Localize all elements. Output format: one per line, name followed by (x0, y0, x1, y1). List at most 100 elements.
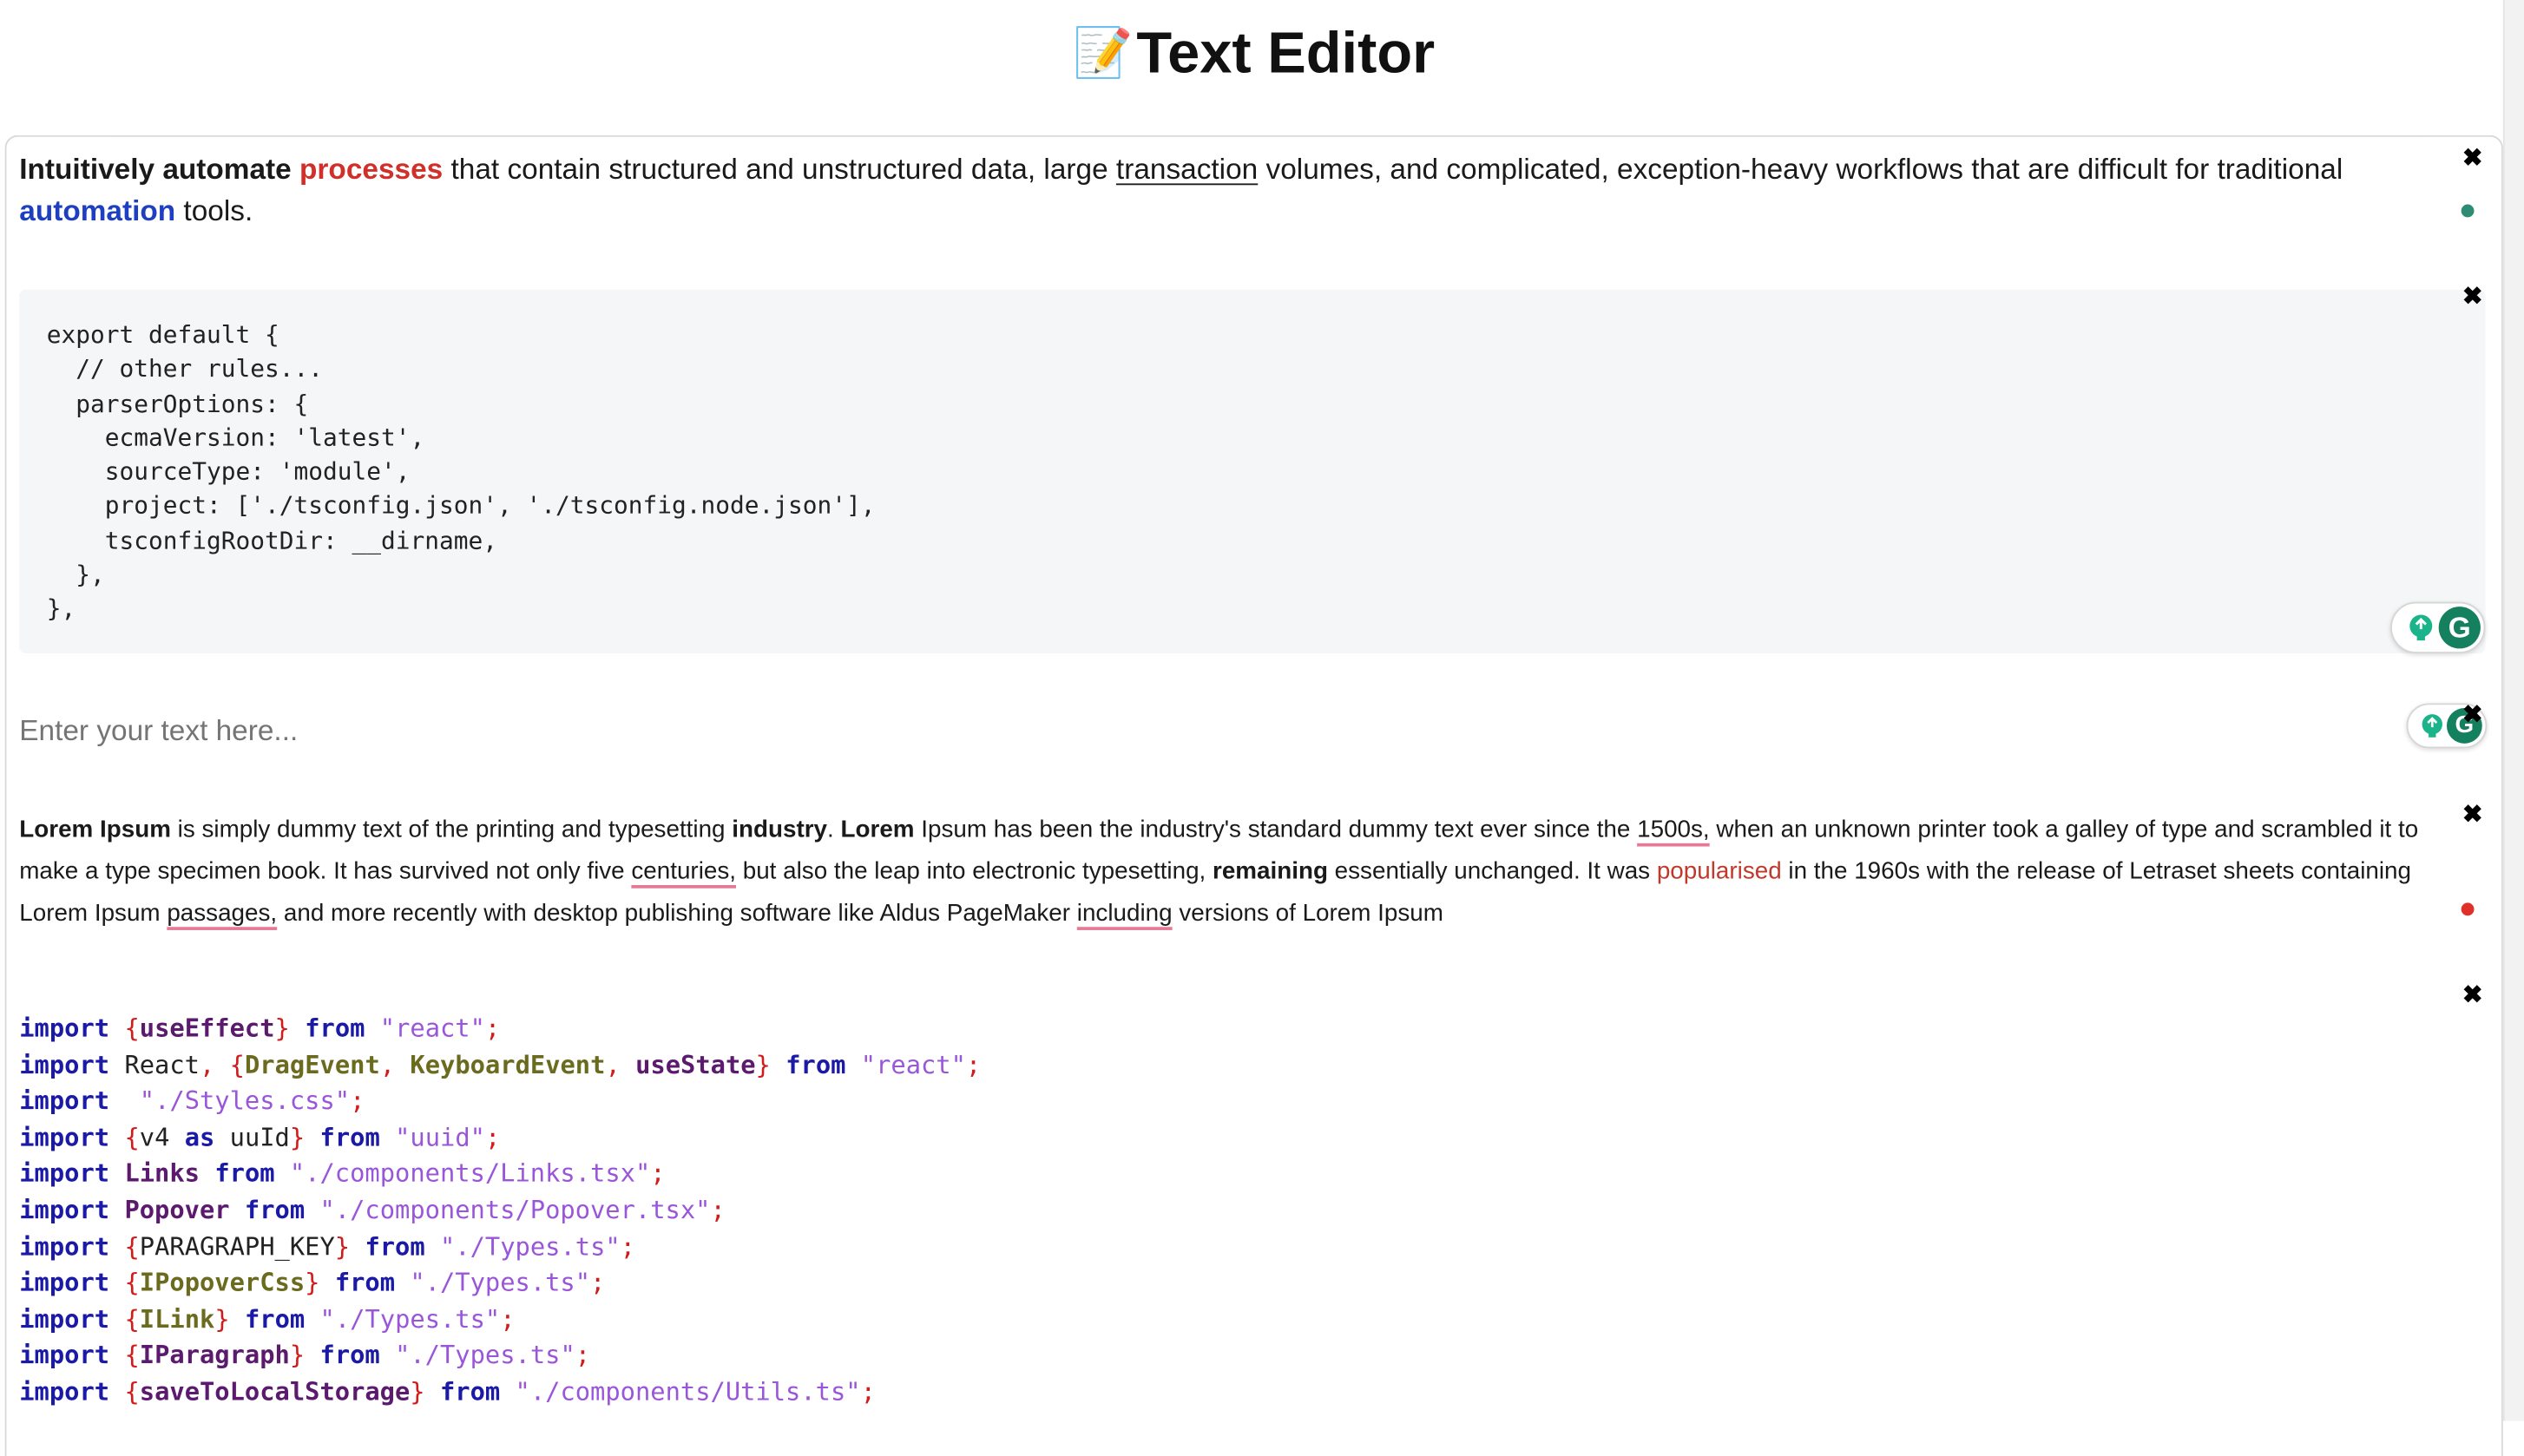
code-brace: } (289, 1341, 306, 1370)
blue-highlight-text: automation (19, 194, 176, 227)
code-identifier: KeyboardEvent (410, 1050, 606, 1079)
underlined-text: transaction (1115, 153, 1259, 186)
code-string: "./Styles.css" (139, 1086, 351, 1116)
code-block-1[interactable]: export default { // other rules... parse… (19, 289, 2486, 653)
spellcheck-underline[interactable]: including (1077, 900, 1173, 928)
code-keyword: from (319, 1123, 380, 1152)
code-brace: } (274, 1013, 290, 1043)
code-punctuation: , (605, 1050, 621, 1079)
code-keyword: import (19, 1231, 110, 1262)
code-punctuation: ; (965, 1050, 982, 1079)
code-block-2[interactable]: import {useEffect} from "react"; import R… (19, 1011, 981, 1411)
code-brace: { (124, 1304, 140, 1334)
page-title-text: Text Editor (1136, 19, 1436, 86)
code-line: import {saveToLocalStorage} from "./comp… (19, 1374, 981, 1411)
code-keyword: from (334, 1268, 396, 1298)
page-title: 📝 Text Editor (0, 19, 2508, 87)
code-identifier: React (124, 1050, 200, 1079)
code-keyword: from (365, 1231, 425, 1262)
paragraph-block-2[interactable]: Lorem Ipsum is simply dummy text of the … (19, 810, 2449, 935)
grammarly-icon[interactable]: G (2438, 607, 2481, 649)
scrollbar[interactable] (2502, 0, 2524, 1421)
code-line: import Popover from "./components/Popove… (19, 1192, 981, 1229)
code-identifier: v4 (139, 1123, 185, 1152)
code-brace: { (124, 1377, 140, 1407)
memo-icon: 📝 (1073, 27, 1134, 81)
code-punctuation: ; (860, 1377, 876, 1407)
paragraph-block-1[interactable]: Intuitively automate processes that cont… (19, 148, 2443, 232)
bold-text: Lorem Ipsum (19, 816, 171, 843)
code-line: import {v4 as uuId} from "uuid"; (19, 1119, 981, 1156)
code-string: "./Types.ts" (319, 1304, 501, 1334)
code-punctuation: ; (484, 1123, 501, 1152)
code-keyword: import (19, 1377, 110, 1407)
code-identifier: ILink (139, 1304, 215, 1334)
code-brace: { (124, 1013, 140, 1043)
code-keyword: from (305, 1013, 365, 1043)
paragraph-text: Ipsum has been the industry's standard d… (914, 816, 1638, 843)
code-keyword: import (19, 1304, 110, 1334)
code-line: import "./Styles.css"; (19, 1083, 981, 1119)
paragraph-text: . (827, 816, 841, 843)
close-icon[interactable]: ✖ (2460, 146, 2486, 173)
close-icon[interactable]: ✖ (2460, 803, 2486, 829)
code-string: "./Types.ts" (439, 1231, 621, 1262)
status-dot-green (2461, 204, 2475, 218)
paragraph-text: but also the leap into electronic typese… (736, 857, 1213, 886)
code-line: import {ILink} from "./Types.ts"; (19, 1302, 981, 1338)
code-line: import {PARAGRAPH_KEY} from "./Types.ts"… (19, 1229, 981, 1265)
code-identifier: useState (635, 1050, 756, 1079)
code-punctuation: ; (575, 1341, 591, 1370)
code-punctuation: , (199, 1050, 215, 1079)
code-keyword: import (19, 1195, 110, 1225)
code-block-text: export default { // other rules... parse… (46, 320, 876, 624)
status-dot-red (2461, 902, 2475, 916)
spellcheck-underline[interactable]: passages, (167, 900, 277, 928)
code-brace: } (214, 1304, 230, 1334)
code-keyword: from (319, 1341, 380, 1370)
bold-text: remaining (1213, 857, 1328, 886)
code-brace: } (410, 1377, 425, 1407)
grammarly-widget[interactable]: G (2390, 601, 2486, 653)
close-icon[interactable]: ✖ (2460, 703, 2486, 729)
code-string: "react" (860, 1050, 966, 1079)
code-string: "./components/Links.tsx" (289, 1159, 651, 1189)
code-identifier: DragEvent (244, 1050, 380, 1079)
code-brace: } (305, 1268, 320, 1298)
code-line: import {IPopoverCss} from "./Types.ts"; (19, 1265, 981, 1302)
paragraph-text: tools. (175, 194, 253, 227)
code-line: import Links from "./components/Links.ts… (19, 1156, 981, 1192)
code-punctuation: ; (620, 1231, 636, 1262)
spellcheck-underline[interactable]: 1500s, (1637, 816, 1710, 843)
code-keyword: import (19, 1341, 110, 1370)
code-brace: { (124, 1231, 140, 1262)
code-identifier: saveToLocalStorage (139, 1377, 411, 1407)
spellcheck-underline[interactable]: centuries, (631, 857, 736, 885)
code-identifier: useEffect (139, 1013, 275, 1043)
code-keyword: import (19, 1159, 110, 1189)
lightbulb-icon[interactable] (2405, 612, 2437, 644)
code-keyword: from (439, 1377, 501, 1407)
code-punctuation: ; (650, 1159, 666, 1189)
close-icon[interactable]: ✖ (2460, 982, 2486, 1009)
close-icon[interactable]: ✖ (2460, 284, 2486, 311)
bold-text: Lorem (840, 816, 915, 843)
code-keyword: from (214, 1159, 275, 1189)
code-brace: { (229, 1050, 245, 1079)
bold-text: industry (732, 816, 828, 843)
code-brace: { (124, 1123, 140, 1152)
lightbulb-icon[interactable] (2418, 712, 2447, 740)
code-punctuation: ; (500, 1304, 516, 1334)
code-line: import {useEffect} from "react"; (19, 1011, 981, 1047)
code-string: "uuid" (395, 1123, 485, 1152)
code-keyword: import (19, 1268, 110, 1298)
code-keyword: from (785, 1050, 846, 1079)
paragraph-text: and more recently with desktop publishin… (277, 899, 1077, 928)
text-input[interactable] (19, 708, 2386, 753)
paragraph-text: volumes, and complicated, exception-heav… (1258, 153, 2343, 186)
code-identifier: uuId (214, 1123, 290, 1152)
code-brace: { (124, 1341, 140, 1370)
code-punctuation: ; (710, 1195, 726, 1225)
code-brace: } (334, 1231, 351, 1262)
code-brace: } (289, 1123, 306, 1152)
